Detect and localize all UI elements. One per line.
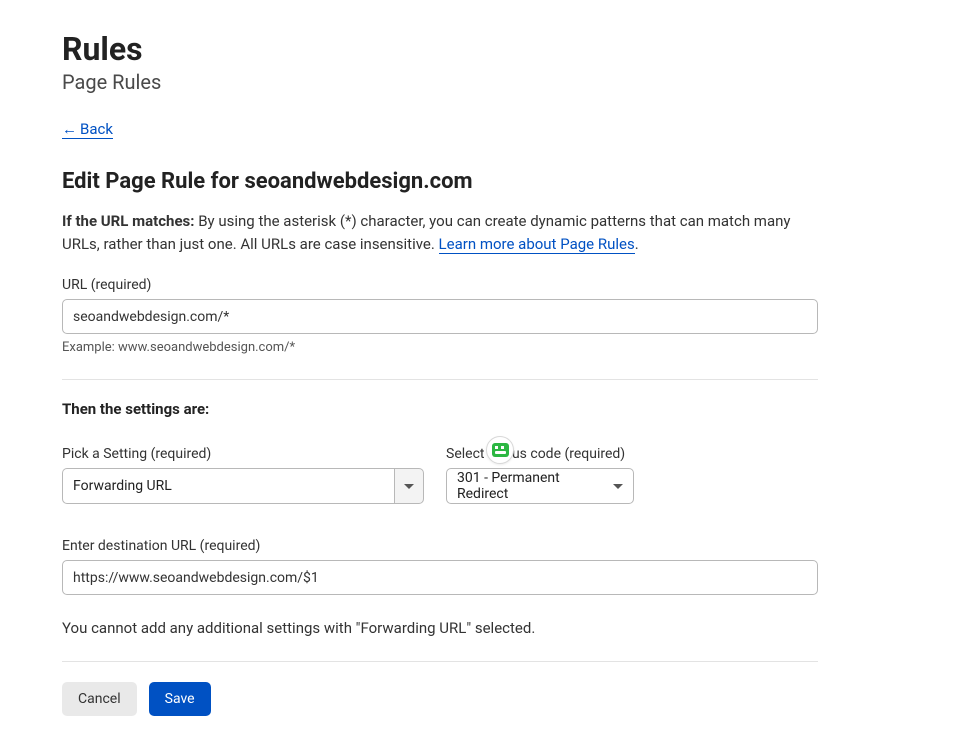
save-button[interactable]: Save <box>149 682 211 716</box>
status-select-value: 301 - Permanent Redirect <box>457 470 605 502</box>
url-field-hint: Example: www.seoandwebdesign.com/* <box>62 340 818 355</box>
back-link-label: Back <box>80 120 113 138</box>
setting-select-toggle[interactable] <box>394 468 424 504</box>
arrow-left-icon: ← <box>62 120 77 138</box>
divider <box>62 661 818 662</box>
status-column: Select status code (required) 301 - Perm… <box>446 446 634 504</box>
robot-icon <box>492 443 509 457</box>
status-select[interactable]: 301 - Permanent Redirect <box>446 468 634 504</box>
setting-select[interactable]: Forwarding URL <box>62 468 424 504</box>
setting-column: Pick a Setting (required) Forwarding URL <box>62 446 424 504</box>
url-input[interactable] <box>62 299 818 334</box>
divider <box>62 379 818 380</box>
then-heading: Then the settings are: <box>62 400 818 418</box>
edit-heading: Edit Page Rule for seoandwebdesign.com <box>62 169 818 194</box>
page-subtitle: Page Rules <box>62 70 818 94</box>
settings-row: Pick a Setting (required) Forwarding URL… <box>62 446 818 504</box>
button-row: Cancel Save <box>62 682 818 716</box>
assistant-badge[interactable] <box>486 436 514 464</box>
url-field-label: URL (required) <box>62 277 818 293</box>
forwarding-note: You cannot add any additional settings w… <box>62 619 818 637</box>
page-container: Rules Page Rules ← Back Edit Page Rule f… <box>0 0 880 756</box>
back-link[interactable]: ← Back <box>62 120 113 139</box>
learn-more-link[interactable]: Learn more about Page Rules <box>439 235 635 254</box>
url-match-strong: If the URL matches: <box>62 212 194 230</box>
desc-period: . <box>635 235 639 253</box>
page-title: Rules <box>62 30 818 68</box>
status-label: Select status code (required) <box>446 446 634 462</box>
edit-heading-domain: seoandwebdesign.com <box>244 169 472 194</box>
caret-down-icon <box>613 484 623 489</box>
destination-block: Enter destination URL (required) <box>62 538 818 595</box>
destination-label: Enter destination URL (required) <box>62 538 818 554</box>
cancel-button[interactable]: Cancel <box>62 682 137 716</box>
setting-label: Pick a Setting (required) <box>62 446 424 462</box>
destination-input[interactable] <box>62 560 818 595</box>
caret-down-icon <box>404 484 414 489</box>
url-match-description: If the URL matches: By using the asteris… <box>62 210 818 255</box>
edit-heading-prefix: Edit Page Rule for <box>62 169 244 194</box>
setting-select-value[interactable]: Forwarding URL <box>62 468 394 504</box>
